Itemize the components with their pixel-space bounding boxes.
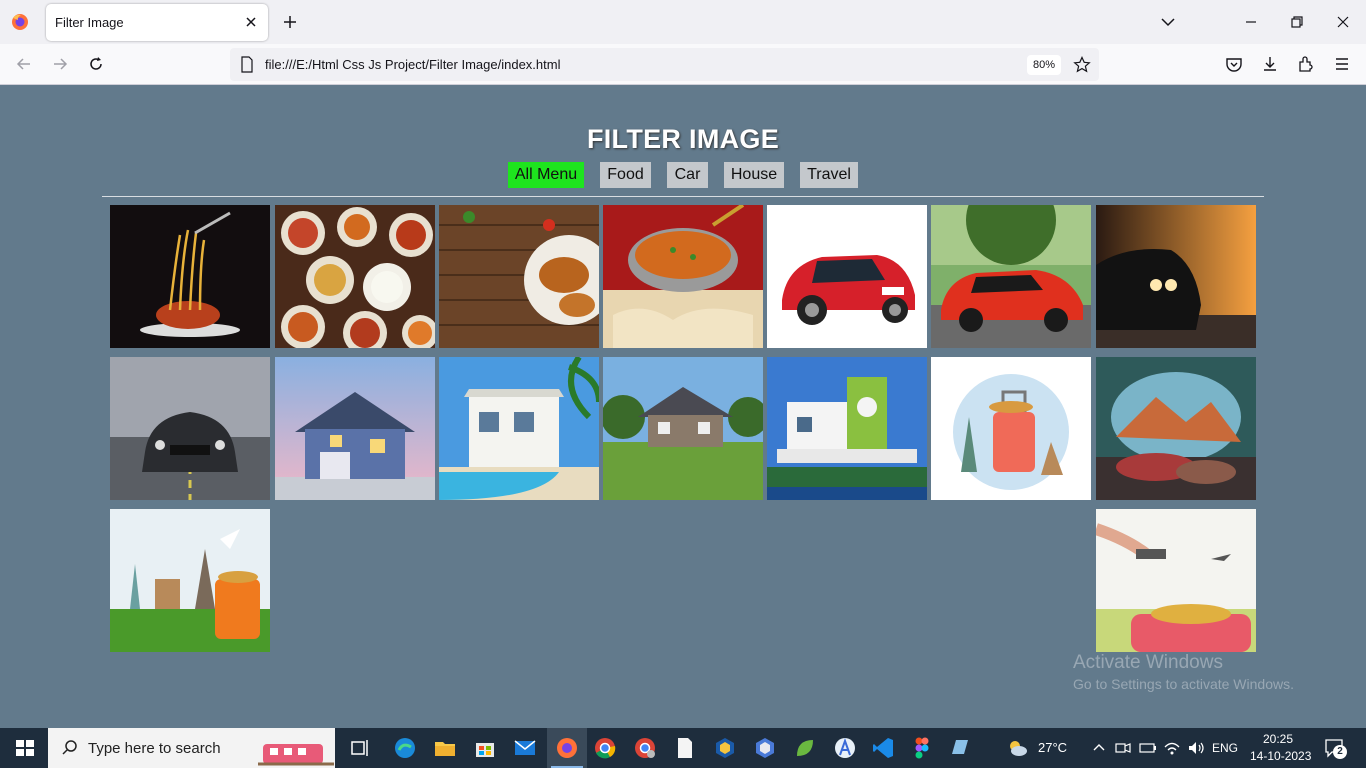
url-text: file:///E:/Html Css Js Project/Filter Im…: [265, 57, 561, 72]
microsoft-store-icon[interactable]: [473, 736, 497, 760]
browser-nav-bar: file:///E:/Html Css Js Project/Filter Im…: [0, 44, 1366, 85]
mail-icon[interactable]: [513, 736, 537, 760]
vscode-icon[interactable]: [871, 736, 895, 760]
gallery-image-spaghetti[interactable]: [110, 205, 270, 348]
gallery-image-tent-view[interactable]: [1096, 357, 1256, 500]
virtualbox-icon[interactable]: [713, 736, 737, 760]
leaf-app-icon[interactable]: [793, 736, 817, 760]
edge-icon[interactable]: [393, 736, 417, 760]
search-highlight-illustration: [258, 744, 334, 766]
clock-time[interactable]: 20:25: [1263, 732, 1293, 746]
back-icon[interactable]: [14, 54, 34, 74]
notepad-icon[interactable]: [673, 736, 697, 760]
close-tab-icon[interactable]: [242, 13, 260, 31]
tab-title: Filter Image: [55, 15, 124, 30]
battery-icon[interactable]: [1138, 736, 1158, 760]
gallery-image-villa-pool[interactable]: [439, 357, 599, 500]
gallery-image-black-mustang[interactable]: [110, 357, 270, 500]
volume-icon[interactable]: [1186, 736, 1206, 760]
filter-car-button[interactable]: Car: [667, 162, 708, 188]
windows-taskbar: Type here to search 27°C ENG 20:25 14-10…: [0, 728, 1366, 768]
pocket-icon[interactable]: [1224, 54, 1244, 74]
gallery-image-suburban-house[interactable]: [603, 357, 763, 500]
gallery-image-blue-house[interactable]: [275, 357, 435, 500]
input-language[interactable]: ENG: [1212, 741, 1238, 755]
search-placeholder: Type here to search: [88, 740, 221, 757]
reload-icon[interactable]: [86, 54, 106, 74]
wifi-icon[interactable]: [1162, 736, 1182, 760]
android-studio-icon[interactable]: [833, 736, 857, 760]
gallery-image-hand-suitcase[interactable]: [1096, 509, 1256, 652]
firefox-icon: [557, 738, 577, 758]
bookmark-star-icon[interactable]: [1073, 56, 1091, 74]
app-window-icon[interactable]: [948, 736, 972, 760]
virtualbox-alt-icon[interactable]: [753, 736, 777, 760]
gallery-image-curry[interactable]: [603, 205, 763, 348]
gallery-image-black-car-sunset[interactable]: [1096, 205, 1256, 348]
notification-count-badge: 2: [1333, 745, 1347, 759]
taskbar-search-box[interactable]: Type here to search: [48, 728, 335, 768]
forward-icon[interactable]: [50, 54, 70, 74]
activate-windows-hint: Go to Settings to activate Windows.: [1073, 676, 1294, 692]
menu-icon[interactable]: [1332, 54, 1352, 74]
gallery-image-travel-suitcase[interactable]: [931, 357, 1091, 500]
search-icon: [62, 740, 77, 755]
new-tab-icon[interactable]: [280, 12, 300, 32]
figma-icon[interactable]: [910, 736, 934, 760]
extensions-icon[interactable]: [1296, 54, 1316, 74]
gallery-image-red-hatchback[interactable]: [767, 205, 927, 348]
meet-now-icon[interactable]: [1113, 736, 1133, 760]
gallery-image-green-house[interactable]: [767, 357, 927, 500]
file-explorer-icon[interactable]: [433, 736, 457, 760]
chrome-profile-icon[interactable]: [633, 736, 657, 760]
zoom-level-badge[interactable]: 80%: [1027, 55, 1062, 75]
minimize-icon[interactable]: [1241, 12, 1261, 32]
filter-house-button[interactable]: House: [724, 162, 784, 188]
firefox-logo-icon: [12, 14, 28, 30]
clock-date[interactable]: 14-10-2023: [1250, 749, 1311, 763]
gallery-image-red-sports-car[interactable]: [931, 205, 1091, 348]
activate-windows-title: Activate Windows: [1073, 652, 1223, 673]
gallery-image-food-spread[interactable]: [275, 205, 435, 348]
filter-divider: [102, 196, 1264, 197]
gallery-image-roast-chicken[interactable]: [439, 205, 599, 348]
restore-icon[interactable]: [1287, 12, 1307, 32]
show-hidden-icons-chevron-icon[interactable]: [1090, 736, 1108, 760]
windows-start-icon[interactable]: [13, 736, 37, 760]
page-title: FILTER IMAGE: [586, 124, 780, 154]
downloads-icon[interactable]: [1260, 54, 1280, 74]
chrome-icon[interactable]: [593, 736, 617, 760]
filter-food-button[interactable]: Food: [600, 162, 651, 188]
weather-temperature[interactable]: 27°C: [1038, 740, 1067, 755]
filter-travel-button[interactable]: Travel: [800, 162, 858, 188]
firefox-taskbar-active[interactable]: [547, 728, 587, 768]
list-tabs-icon[interactable]: [1158, 12, 1178, 32]
weather-icon[interactable]: [1005, 736, 1029, 760]
page-icon: [241, 56, 253, 73]
active-tab[interactable]: Filter Image: [46, 4, 268, 41]
filter-all-menu-button[interactable]: All Menu: [508, 162, 584, 188]
address-bar[interactable]: file:///E:/Html Css Js Project/Filter Im…: [230, 48, 1099, 81]
browser-tab-bar: Filter Image: [0, 0, 1366, 44]
task-view-icon[interactable]: [348, 736, 372, 760]
close-window-icon[interactable]: [1333, 12, 1353, 32]
gallery-image-world-landmarks[interactable]: [110, 509, 270, 652]
